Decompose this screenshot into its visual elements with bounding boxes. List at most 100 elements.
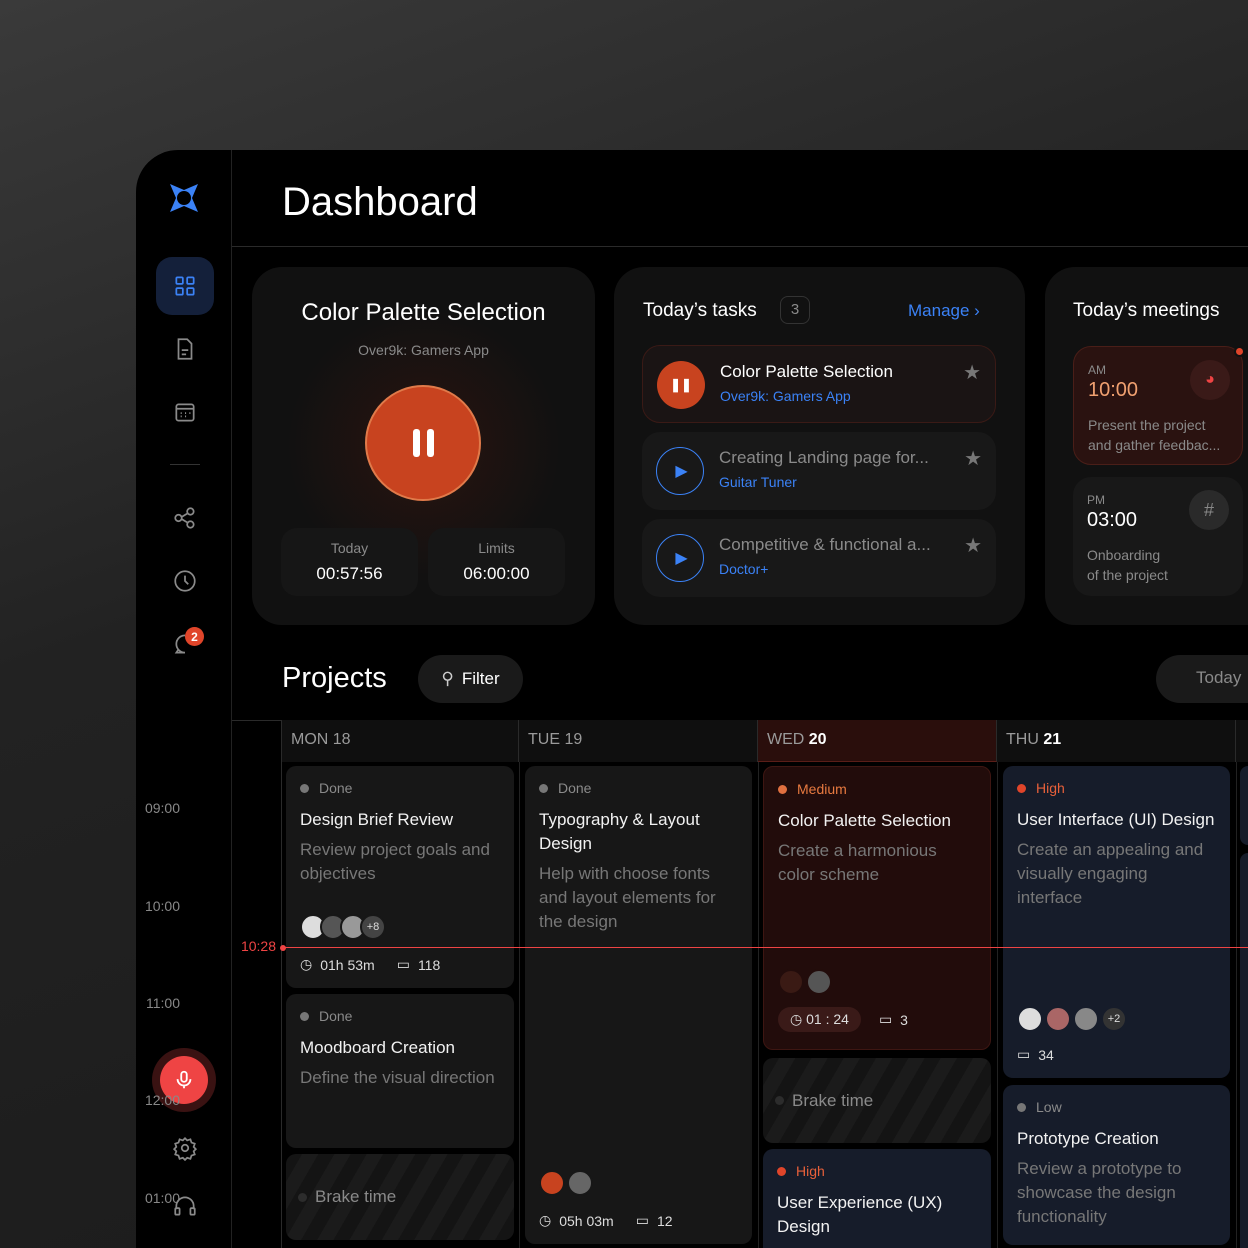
sidebar-item-messages[interactable]: 2 xyxy=(156,615,214,673)
event-status: Medium xyxy=(797,781,847,797)
share-icon xyxy=(174,507,195,529)
column-divider xyxy=(1236,762,1237,1248)
support-button[interactable] xyxy=(156,1177,214,1235)
logo-icon xyxy=(170,184,198,212)
time-label: 09:00 xyxy=(144,800,180,816)
comment-count: 12 xyxy=(656,1212,673,1229)
sidebar-item-dashboard[interactable] xyxy=(156,257,214,315)
meeting-time: 10:00 xyxy=(1088,379,1139,401)
play-icon: ▶ xyxy=(675,550,688,567)
meeting-desc: Onboarding xyxy=(1087,547,1161,563)
tasks-title: Today’s tasks xyxy=(643,300,757,321)
break-block: Brake time xyxy=(763,1058,991,1143)
day-header xyxy=(1236,720,1248,762)
live-indicator xyxy=(1234,346,1245,357)
sidebar-item-calendar[interactable] xyxy=(156,383,214,441)
event-status: Done xyxy=(319,780,353,796)
today-value: 00:57:56 xyxy=(316,564,383,583)
filter-label: Filter xyxy=(461,669,500,688)
star-icon[interactable]: ★ xyxy=(964,533,982,558)
sidebar-item-history[interactable] xyxy=(156,552,214,610)
comment-count: 3 xyxy=(900,1011,908,1028)
chevron-right-icon: › xyxy=(974,301,980,320)
star-icon[interactable]: ★ xyxy=(964,446,982,471)
meeting-desc: Present the project xyxy=(1088,417,1206,433)
event-status: Done xyxy=(319,1008,353,1024)
play-icon: ▶ xyxy=(675,463,688,480)
time-label: 12:00 xyxy=(144,1092,180,1108)
sidebar-item-documents[interactable] xyxy=(156,320,214,378)
task-item[interactable]: ❚❚ Color Palette Selection Over9k: Gamer… xyxy=(642,345,996,423)
task-title: Competitive & functional a... xyxy=(719,535,931,554)
settings-button[interactable] xyxy=(156,1119,214,1177)
event-title: Design Brief Review xyxy=(300,810,454,829)
manage-link[interactable]: Manage › xyxy=(908,301,980,321)
day-header: THU 21 xyxy=(997,720,1236,762)
today-label: Today xyxy=(330,540,369,556)
task-item[interactable]: ▶ Creating Landing page for... Guitar Tu… xyxy=(642,432,996,510)
day-header: TUE 19 xyxy=(519,720,758,762)
event-card-active[interactable]: Medium Color Palette Selection Create a … xyxy=(763,766,991,1050)
day-header-current: WED 20 xyxy=(758,720,997,762)
timer-icon: ◷ xyxy=(300,956,313,972)
meeting-desc: and gather feedbac... xyxy=(1088,437,1221,453)
meeting-period: AM xyxy=(1088,363,1106,377)
timer-project: Over9k: Gamers App xyxy=(358,342,489,358)
task-project: Guitar Tuner xyxy=(719,474,797,490)
column-divider xyxy=(519,762,520,1248)
current-time-dot xyxy=(280,945,286,951)
event-card[interactable]: Low Prototype Creation Review a prototyp… xyxy=(1003,1085,1230,1245)
event-card[interactable] xyxy=(1240,853,1248,1248)
time-label: 01:00 xyxy=(144,1190,180,1206)
meeting-period: PM xyxy=(1087,493,1105,507)
limits-value: 06:00:00 xyxy=(463,564,530,583)
event-card[interactable]: Done Design Brief Review Review project … xyxy=(286,766,514,988)
play-task-button[interactable]: ▶ xyxy=(656,534,704,582)
pause-button[interactable] xyxy=(365,385,481,501)
event-card[interactable]: High User Interface (UI) Design Create a… xyxy=(1003,766,1230,1078)
event-time: 01h 53m xyxy=(320,956,375,973)
play-task-button[interactable]: ▶ xyxy=(656,447,704,495)
task-item[interactable]: ▶ Competitive & functional a... Doctor+ … xyxy=(642,519,996,597)
event-card[interactable]: Done Typography & Layout Design Help wit… xyxy=(525,766,752,1244)
meeting-item[interactable]: AM 10:00 Present the project and gather f… xyxy=(1073,346,1245,465)
time-column-border xyxy=(281,720,282,1248)
pause-task-button[interactable]: ❚❚ xyxy=(657,361,705,409)
event-desc: Review project goals and objectives xyxy=(300,840,490,883)
event-card[interactable] xyxy=(1240,766,1248,845)
filter-button[interactable]: ⚲ Filter xyxy=(418,655,523,703)
tasks-card: Today’s tasks 3 Manage › ❚❚ Color Palett… xyxy=(614,267,1025,625)
task-project: Over9k: Gamers App xyxy=(720,388,851,404)
notification-badge: 2 xyxy=(185,627,204,646)
projects-title: Projects xyxy=(282,662,387,694)
event-card[interactable]: Done Moodboard Creation Define the visua… xyxy=(286,994,514,1148)
limits-label: Limits xyxy=(478,540,515,556)
comment-count: 118 xyxy=(417,956,441,973)
event-title: Moodboard Creation xyxy=(300,1038,455,1057)
column-divider xyxy=(758,762,759,1248)
today-stat: Today 00:57:56 xyxy=(281,528,418,596)
star-icon[interactable]: ★ xyxy=(963,360,981,385)
event-title: Color Palette Selection xyxy=(778,811,951,830)
event-desc: Define the visual direction xyxy=(300,1068,495,1087)
current-time-label: 10:28 xyxy=(240,938,276,954)
event-status: Done xyxy=(558,780,592,796)
event-card[interactable]: High User Experience (UX) Design xyxy=(763,1149,991,1248)
meeting-item[interactable]: PM 03:00 Onboarding of the project # xyxy=(1073,477,1243,596)
comment-icon: ▭ xyxy=(396,956,410,972)
event-title: User Interface (UI) Design xyxy=(1017,810,1215,829)
sidebar-item-share[interactable] xyxy=(156,489,214,547)
avatar-group: +8 xyxy=(300,914,386,940)
task-project: Doctor+ xyxy=(719,561,769,577)
discord-icon: ◕ xyxy=(1190,360,1230,400)
meetings-card: Today’s meetings AM 10:00 Present the pr… xyxy=(1045,267,1248,625)
event-status: High xyxy=(796,1163,825,1179)
avatar-group xyxy=(778,969,832,995)
task-title: Color Palette Selection xyxy=(720,362,893,381)
pause-icon xyxy=(412,429,420,457)
manage-label: Manage xyxy=(908,301,970,320)
comment-icon: ▭ xyxy=(1017,1046,1031,1062)
today-button[interactable]: Today xyxy=(1156,655,1248,703)
time-label: 11:00 xyxy=(146,995,180,1011)
sidebar: 2 xyxy=(136,150,232,1248)
